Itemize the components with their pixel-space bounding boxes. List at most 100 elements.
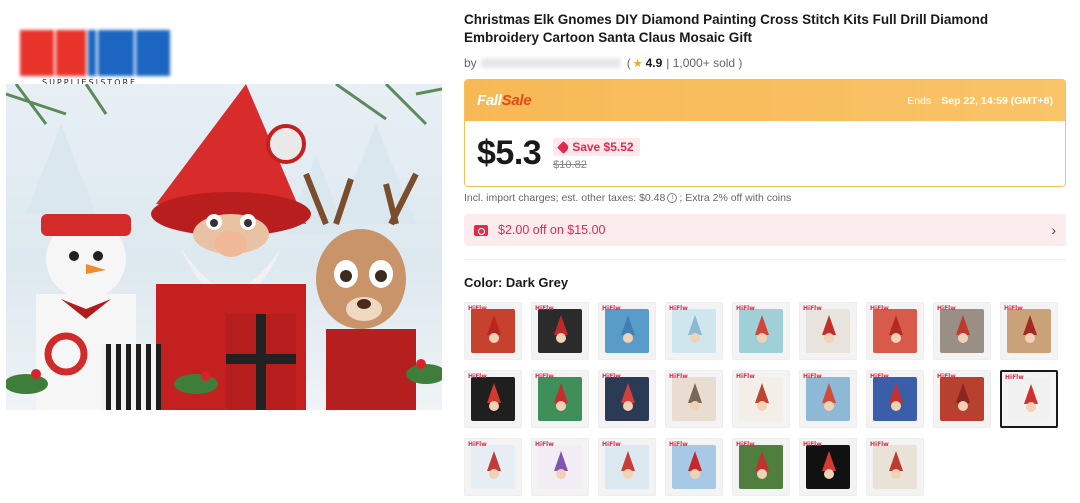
color-swatch[interactable]: HiFlw: [531, 438, 589, 496]
tag-icon: [557, 140, 571, 154]
seller-rating-row: by ( ★ 4.9 | 1,000+ sold ): [464, 55, 1066, 71]
color-swatch[interactable]: HiFlw: [464, 302, 522, 360]
product-info-panel: Christmas Elk Gnomes DIY Diamond Paintin…: [464, 0, 1066, 496]
swatch-brand-mark: HiFlw: [602, 373, 621, 380]
swatch-brand-mark: HiFlw: [937, 305, 956, 312]
rating-value[interactable]: 4.9: [646, 56, 663, 70]
swatch-brand-mark: HiFlw: [468, 373, 487, 380]
gnome-face: [1026, 402, 1036, 412]
gnome-face: [1025, 333, 1035, 343]
gnome-face: [757, 469, 767, 479]
sale-countdown: Ends Sep 22, 14:59 (GMT+8): [907, 95, 1053, 107]
color-swatch[interactable]: HiFlw: [799, 302, 857, 360]
sale-box: FallSale Ends Sep 22, 14:59 (GMT+8) $5.3…: [464, 79, 1066, 187]
coupon-banner[interactable]: $2.00 off on $15.00 ›: [464, 214, 1066, 246]
color-swatch[interactable]: HiFlw: [933, 302, 991, 360]
color-swatch[interactable]: HiFlw: [464, 438, 522, 496]
store-logo-mark: [20, 30, 200, 76]
sale-header: FallSale Ends Sep 22, 14:59 (GMT+8): [465, 80, 1065, 121]
by-label: by: [464, 56, 477, 70]
price-row: $5.3 Save $5.52 $10.82: [465, 121, 1065, 186]
color-swatch[interactable]: HiFlw: [799, 438, 857, 496]
swatch-brand-mark: HiFlw: [669, 441, 688, 448]
swatch-brand-mark: HiFlw: [870, 441, 889, 448]
swatch-brand-mark: HiFlw: [736, 441, 755, 448]
color-swatch[interactable]: HiFlw: [732, 302, 790, 360]
color-swatch[interactable]: HiFlw: [799, 370, 857, 428]
color-swatch[interactable]: HiFlw: [1000, 370, 1058, 428]
coins-text: ; Extra 2% off with coins: [679, 192, 792, 204]
chevron-right-icon[interactable]: ›: [1051, 222, 1056, 238]
swatch-brand-mark: HiFlw: [736, 373, 755, 380]
price-details: Save $5.52 $10.82: [553, 138, 640, 171]
sale-logo: FallSale: [477, 92, 532, 109]
color-swatch[interactable]: HiFlw: [531, 302, 589, 360]
sale-logo-part1: Fall: [477, 92, 502, 109]
swatch-brand-mark: HiFlw: [803, 305, 822, 312]
swatch-brand-mark: HiFlw: [736, 305, 755, 312]
ends-label: Ends: [907, 94, 932, 107]
gnome-face: [556, 333, 566, 343]
logo-block: [136, 30, 170, 76]
gnome-face: [958, 333, 968, 343]
color-swatch[interactable]: HiFlw: [665, 302, 723, 360]
divider: [464, 259, 1066, 260]
color-swatch[interactable]: HiFlw: [1000, 302, 1058, 360]
color-swatch[interactable]: HiFlw: [732, 438, 790, 496]
swatch-brand-mark: HiFlw: [870, 373, 889, 380]
swatch-brand-mark: HiFlw: [803, 441, 822, 448]
save-amount: Save $5.52: [572, 140, 634, 154]
swatch-brand-mark: HiFlw: [1004, 305, 1023, 312]
gnome-face: [891, 401, 901, 411]
color-swatch[interactable]: HiFlw: [866, 438, 924, 496]
color-swatch[interactable]: HiFlw: [531, 370, 589, 428]
save-badge: Save $5.52: [553, 138, 640, 156]
gnome-face: [489, 333, 499, 343]
swatch-brand-mark: HiFlw: [669, 305, 688, 312]
swatch-brand-mark: HiFlw: [535, 373, 554, 380]
gnome-face: [556, 469, 566, 479]
swatch-brand-mark: HiFlw: [535, 441, 554, 448]
tax-line: Incl. import charges; est. other taxes: …: [464, 190, 1066, 206]
swatch-brand-mark: HiFlw: [669, 373, 688, 380]
color-swatch[interactable]: HiFlw: [464, 370, 522, 428]
gnome-face: [891, 469, 901, 479]
gnome-face: [958, 401, 968, 411]
gnome-face: [824, 469, 834, 479]
logo-block: [20, 30, 54, 76]
coupon-text: $2.00 off on $15.00: [498, 223, 606, 237]
swatch-brand-mark: HiFlw: [468, 305, 487, 312]
star-icon: ★: [632, 57, 643, 70]
color-label-prefix: Color:: [464, 275, 503, 290]
gnome-face: [623, 469, 633, 479]
color-swatch[interactable]: HiFlw: [665, 370, 723, 428]
color-swatch[interactable]: HiFlw: [598, 370, 656, 428]
color-swatch[interactable]: HiFlw: [866, 370, 924, 428]
gnome-face: [690, 401, 700, 411]
sold-count: | 1,000+ sold ): [666, 56, 743, 70]
selected-color-name: Dark Grey: [505, 275, 569, 290]
swatch-brand-mark: HiFlw: [602, 441, 621, 448]
color-swatch-grid: HiFlw HiFlw HiFlw HiFlw HiFlw HiFlw HiFlw HiFlw…: [464, 302, 1066, 496]
color-swatch[interactable]: HiFlw: [665, 438, 723, 496]
swatch-brand-mark: HiFlw: [937, 373, 956, 380]
color-swatch[interactable]: HiFlw: [598, 302, 656, 360]
swatch-brand-mark: HiFlw: [803, 373, 822, 380]
main-product-image[interactable]: [6, 84, 442, 410]
color-swatch[interactable]: HiFlw: [732, 370, 790, 428]
color-swatch[interactable]: HiFlw: [598, 438, 656, 496]
gnome-face: [824, 333, 834, 343]
swatch-brand-mark: HiFlw: [535, 305, 554, 312]
color-swatch[interactable]: HiFlw: [933, 370, 991, 428]
gnome-face: [690, 469, 700, 479]
info-icon[interactable]: i: [667, 193, 678, 203]
gnome-face: [489, 469, 499, 479]
gnome-face: [623, 333, 633, 343]
gnome-face: [623, 401, 633, 411]
seller-name-link[interactable]: [480, 58, 621, 68]
sale-logo-part2: Sale: [501, 92, 532, 109]
swatch-brand-mark: HiFlw: [1005, 374, 1024, 381]
color-swatch[interactable]: HiFlw: [866, 302, 924, 360]
gnome-illustration: [6, 84, 442, 410]
coupon-ticket-icon: [474, 224, 488, 236]
